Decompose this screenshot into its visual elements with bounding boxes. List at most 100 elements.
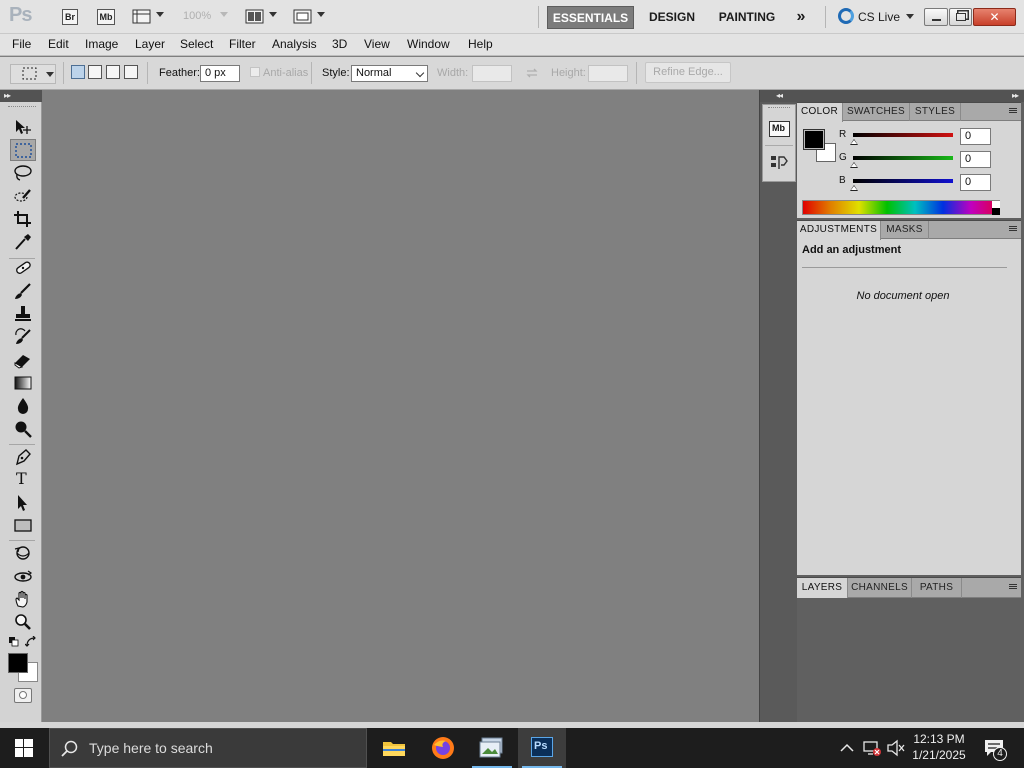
refine-edge-button[interactable]: Refine Edge...	[645, 62, 731, 83]
panel-menu-icon[interactable]	[1005, 583, 1017, 593]
red-slider-thumb[interactable]	[850, 139, 858, 145]
brush-tool[interactable]	[10, 280, 36, 302]
zoom-level[interactable]: 100%	[183, 10, 211, 22]
taskbar-clock[interactable]: 12:13 PM 1/21/2025	[906, 731, 972, 763]
blur-tool[interactable]	[10, 395, 36, 417]
menu-edit[interactable]: Edit	[48, 37, 69, 51]
spot-healing-brush-tool[interactable]	[10, 257, 36, 279]
red-value-input[interactable]: 0	[960, 128, 991, 145]
menu-view[interactable]: View	[364, 37, 390, 51]
swap-width-height-icon[interactable]	[525, 67, 539, 79]
3d-orbit-tool[interactable]	[10, 566, 36, 588]
green-slider-thumb[interactable]	[850, 162, 858, 168]
taskbar-firefox[interactable]	[419, 728, 467, 768]
new-selection-icon[interactable]	[71, 65, 85, 79]
tab-channels[interactable]: CHANNELS	[848, 578, 912, 598]
pen-tool[interactable]	[10, 446, 36, 468]
menu-3d[interactable]: 3D	[332, 37, 347, 51]
tools-collapse-button[interactable]: ▸▸	[0, 90, 42, 102]
width-input[interactable]	[472, 65, 512, 82]
screen-mode-button[interactable]	[293, 8, 329, 26]
tab-styles[interactable]: STYLES	[910, 103, 961, 121]
arrange-documents-button[interactable]	[245, 8, 281, 26]
move-tool[interactable]	[10, 116, 36, 138]
3d-rotate-tool[interactable]	[10, 542, 36, 564]
dock-collapse-button[interactable]: ◂◂	[760, 90, 798, 102]
eraser-tool[interactable]	[10, 349, 36, 371]
panels-collapse-button[interactable]: ▸▸	[797, 90, 1024, 102]
workspace-painting-button[interactable]: PAINTING	[712, 6, 782, 29]
anti-alias-checkbox[interactable]	[250, 67, 260, 77]
spectrum-black-white[interactable]	[992, 201, 1000, 215]
color-foreground-swatch[interactable]	[803, 129, 825, 150]
panel-menu-icon[interactable]	[1005, 225, 1017, 235]
height-input[interactable]	[588, 65, 628, 82]
taskbar-photos[interactable]	[468, 728, 516, 768]
zoom-tool[interactable]	[10, 611, 36, 633]
tab-layers[interactable]: LAYERS	[797, 578, 848, 598]
blue-value-input[interactable]: 0	[960, 174, 991, 191]
intersect-selection-icon[interactable]	[124, 65, 138, 79]
launch-bridge-button[interactable]: Br	[62, 9, 78, 25]
history-brush-tool[interactable]	[10, 326, 36, 348]
close-button[interactable]: ✕	[973, 8, 1016, 26]
history-panel-button[interactable]	[770, 153, 790, 173]
minimize-button[interactable]	[924, 8, 948, 26]
path-selection-tool[interactable]	[10, 492, 36, 514]
panel-menu-icon[interactable]	[1005, 107, 1017, 117]
dock-grip[interactable]	[768, 107, 790, 110]
feather-input[interactable]: 0 px	[200, 65, 240, 82]
lasso-tool[interactable]	[10, 162, 36, 184]
add-to-selection-icon[interactable]	[88, 65, 102, 79]
menu-help[interactable]: Help	[468, 37, 493, 51]
menu-window[interactable]: Window	[407, 37, 450, 51]
notification-center-button[interactable]: 4	[980, 736, 1010, 762]
more-workspaces-button[interactable]: »	[789, 6, 813, 29]
default-colors-icon[interactable]	[9, 637, 19, 647]
blue-slider-track[interactable]	[853, 179, 953, 183]
eyedropper-tool[interactable]	[10, 231, 36, 253]
green-slider-track[interactable]	[853, 156, 953, 160]
subtract-from-selection-icon[interactable]	[106, 65, 120, 79]
network-disconnected-icon[interactable]	[862, 739, 882, 757]
style-select[interactable]: Normal	[351, 65, 428, 82]
crop-tool[interactable]	[10, 208, 36, 230]
view-extras-button[interactable]	[132, 8, 168, 26]
minibridge-panel-button[interactable]: Mb	[769, 121, 790, 137]
menu-filter[interactable]: Filter	[229, 37, 256, 51]
tab-adjustments[interactable]: ADJUSTMENTS	[797, 221, 881, 240]
rectangular-marquee-tool[interactable]	[10, 139, 36, 161]
quick-selection-tool[interactable]	[10, 185, 36, 207]
menu-select[interactable]: Select	[180, 37, 213, 51]
foreground-color-swatch[interactable]	[8, 653, 28, 673]
hand-tool[interactable]	[10, 588, 36, 610]
clone-stamp-tool[interactable]	[10, 303, 36, 325]
cs-live-menu[interactable]: CS Live	[838, 8, 915, 26]
quick-mask-button[interactable]	[14, 688, 32, 703]
menu-layer[interactable]: Layer	[135, 37, 165, 51]
workspace-design-button[interactable]: DESIGN	[643, 6, 701, 29]
menu-analysis[interactable]: Analysis	[272, 37, 317, 51]
tab-masks[interactable]: MASKS	[881, 221, 929, 239]
taskbar-search-box[interactable]: Type here to search	[49, 728, 367, 768]
swap-colors-icon[interactable]	[25, 636, 37, 648]
taskbar-file-explorer[interactable]	[370, 728, 418, 768]
tab-swatches[interactable]: SWATCHES	[843, 103, 910, 121]
menu-file[interactable]: File	[12, 37, 31, 51]
restore-button[interactable]	[949, 8, 972, 26]
tab-color[interactable]: COLOR	[797, 103, 843, 122]
tool-preset-picker[interactable]	[10, 64, 56, 84]
red-slider-track[interactable]	[853, 133, 953, 137]
launch-minibridge-button[interactable]: Mb	[97, 9, 115, 25]
tools-grip[interactable]	[8, 106, 36, 109]
volume-muted-icon[interactable]	[886, 739, 906, 757]
workspace-essentials-button[interactable]: ESSENTIALS	[547, 6, 634, 29]
rectangle-tool[interactable]	[10, 515, 36, 537]
dodge-tool[interactable]	[10, 418, 36, 440]
document-area[interactable]	[43, 90, 760, 722]
menu-image[interactable]: Image	[85, 37, 118, 51]
show-hidden-icons-chevron-icon[interactable]	[840, 743, 854, 753]
taskbar-photoshop[interactable]: Ps	[518, 728, 566, 768]
type-tool[interactable]: T	[10, 469, 36, 491]
green-value-input[interactable]: 0	[960, 151, 991, 168]
